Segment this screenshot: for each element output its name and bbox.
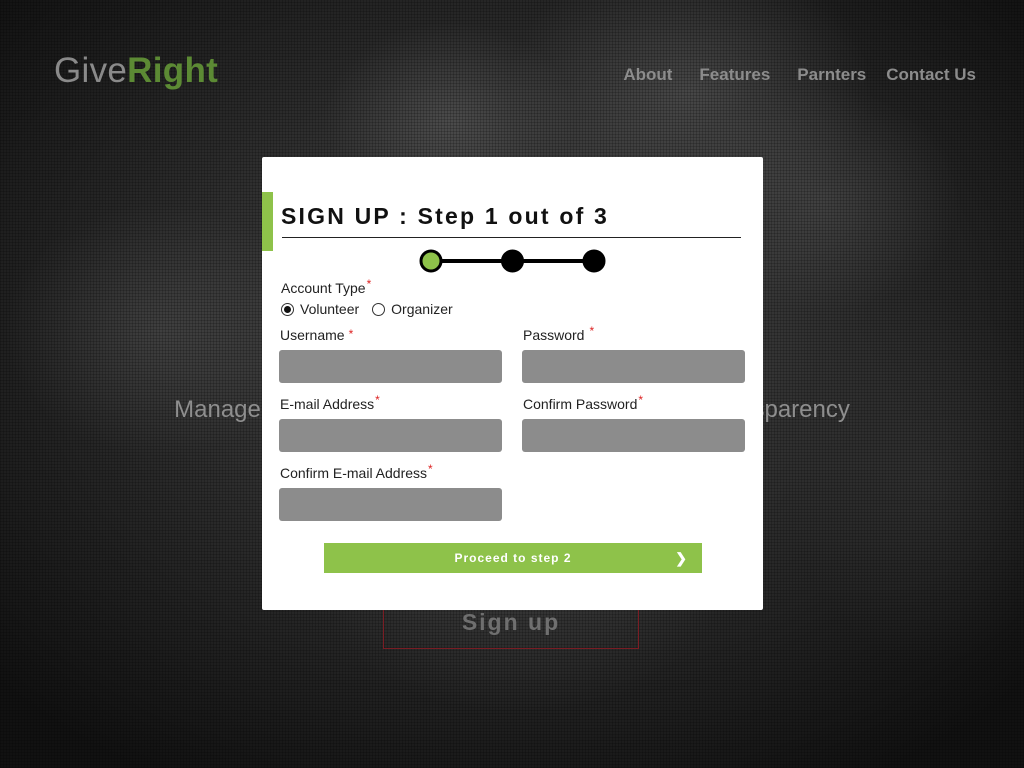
account-type-label: Account Type* — [281, 277, 372, 298]
step-dot-icon — [582, 249, 606, 273]
password-label: Password * — [523, 324, 595, 345]
required-marker: * — [348, 327, 354, 341]
required-marker: * — [589, 324, 595, 338]
nav-about-link[interactable]: About — [623, 63, 672, 87]
title-divider — [282, 237, 741, 238]
modal-title: SIGN UP : Step 1 out of 3 — [281, 203, 610, 229]
password-label-text: Password — [523, 327, 585, 343]
signup-modal: SIGN UP : Step 1 out of 3 Account Type* … — [262, 157, 763, 610]
confirm-email-label-text: Confirm E-mail Address — [280, 465, 428, 481]
step-dot-icon — [419, 249, 443, 273]
nav-partners-link[interactable]: Parnters — [797, 63, 866, 87]
username-label: Username * — [280, 326, 353, 345]
password-input[interactable] — [522, 350, 745, 383]
modal-accent-bar — [262, 192, 273, 251]
required-marker: * — [375, 393, 380, 407]
username-input[interactable] — [279, 350, 502, 383]
account-type-label-text: Account Type — [281, 280, 366, 296]
proceed-button[interactable]: Proceed to step 2 ❯ — [324, 543, 702, 573]
account-type-radio-group: Volunteer Organizer — [281, 300, 466, 318]
nav-contact-link[interactable]: Contact Us — [886, 63, 976, 87]
nav-features-link[interactable]: Features — [699, 63, 770, 87]
required-marker: * — [638, 393, 644, 407]
brand-logo-right: Right — [127, 51, 219, 90]
required-marker: * — [366, 277, 372, 291]
email-label-text: E-mail Address — [280, 396, 375, 412]
email-input[interactable] — [279, 419, 502, 452]
organizer-radio[interactable] — [372, 302, 386, 316]
confirm-email-label: Confirm E-mail Address* — [280, 462, 433, 483]
confirm-email-input[interactable] — [279, 488, 502, 521]
organizer-radio-label[interactable]: Organizer — [391, 300, 452, 318]
brand-logo[interactable]: GiveRight — [54, 51, 218, 91]
step-dot-icon — [501, 249, 524, 273]
volunteer-radio-label[interactable]: Volunteer — [300, 300, 359, 318]
username-label-text: Username — [280, 327, 345, 343]
proceed-button-label: Proceed to step 2 — [454, 551, 572, 565]
main-nav: About Features Parnters Contact Us — [623, 63, 976, 87]
brand-logo-give: Give — [54, 51, 128, 90]
volunteer-radio[interactable] — [281, 302, 294, 316]
confirm-password-label-text: Confirm Password — [523, 396, 638, 412]
email-label: E-mail Address* — [280, 393, 380, 414]
confirm-password-input[interactable] — [522, 419, 745, 452]
confirm-password-label: Confirm Password* — [523, 393, 644, 414]
chevron-right-icon: ❯ — [675, 550, 688, 566]
required-marker: * — [428, 462, 433, 476]
